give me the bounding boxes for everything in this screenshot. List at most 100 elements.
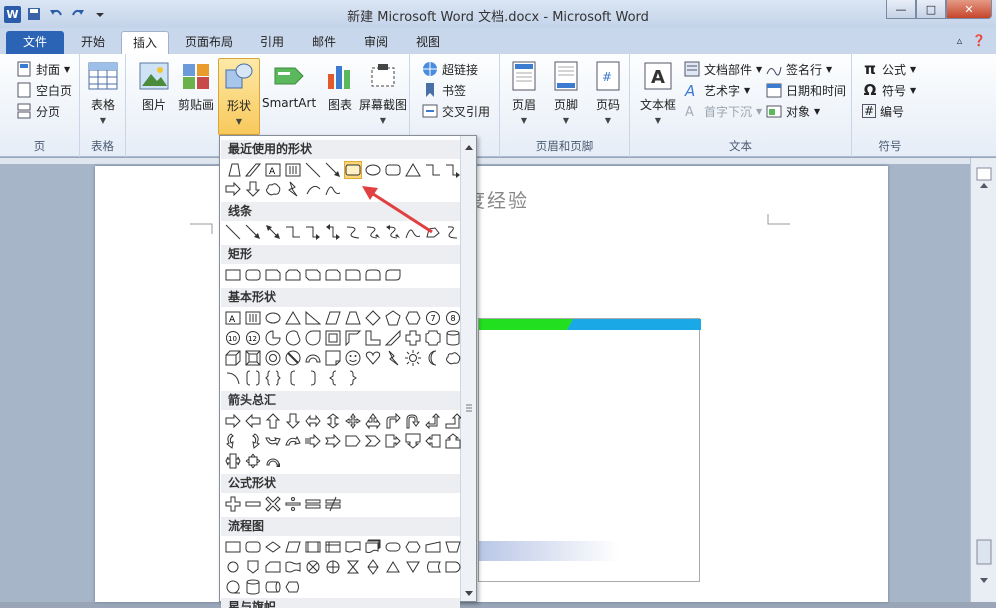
shape-divide[interactable] — [284, 495, 302, 513]
maximize-button[interactable]: □ — [916, 0, 946, 19]
help-icon[interactable]: ❓ — [972, 34, 986, 47]
shape-flow-direct-access[interactable] — [264, 578, 282, 596]
shape-sun[interactable] — [404, 349, 422, 367]
shape-flow-stored-data[interactable] — [424, 558, 442, 576]
shape-right-triangle[interactable] — [304, 309, 322, 327]
shape-l-shape[interactable] — [364, 329, 382, 347]
shape-flow-data[interactable] — [284, 538, 302, 556]
shape-textbox[interactable]: A — [264, 161, 282, 179]
textbox-button[interactable]: A 文本框 ▼ — [636, 58, 680, 125]
tab-page-layout[interactable]: 页面布局 — [176, 31, 242, 54]
shape-elbow-connector[interactable] — [424, 161, 442, 179]
shape-arc[interactable] — [304, 180, 322, 198]
shape-basic-trapezoid[interactable] — [344, 309, 362, 327]
shape-round-one-corner[interactable] — [344, 266, 362, 284]
shape-block-down-arrow[interactable] — [284, 412, 302, 430]
shape-flow-preparation[interactable] — [404, 538, 422, 556]
cross-reference-button[interactable]: 交叉引用 — [422, 101, 490, 121]
shape-smiley-face[interactable] — [344, 349, 362, 367]
shape-bevel[interactable] — [244, 349, 262, 367]
shape-not-equal[interactable] — [324, 495, 342, 513]
shape-octagon[interactable]: 8 — [444, 309, 462, 327]
shape-rounded-rectangle-highlighted[interactable] — [344, 161, 362, 179]
minimize-button[interactable]: — — [886, 0, 916, 19]
shape-left-brace[interactable] — [324, 369, 342, 387]
shape-flow-offpage[interactable] — [244, 558, 262, 576]
shape-basic-textbox[interactable]: A — [224, 309, 242, 327]
shape-flow-magnetic-disk[interactable] — [244, 578, 262, 596]
shape-left-up-arrow[interactable] — [424, 412, 442, 430]
shape-elbow-2[interactable] — [284, 223, 302, 241]
bookmark-button[interactable]: 书签 — [422, 80, 466, 100]
shape-double-bracket[interactable] — [244, 369, 262, 387]
shape-trapezoid[interactable] — [224, 161, 242, 179]
shape-diagonal-stripe[interactable] — [384, 329, 402, 347]
footer-button[interactable]: 页脚 ▼ — [544, 58, 588, 125]
shape-minus[interactable] — [244, 495, 262, 513]
shape-flow-merge[interactable] — [404, 558, 422, 576]
shape-vertical-textbox[interactable] — [284, 161, 302, 179]
smartart-button[interactable]: SmartArt — [262, 58, 316, 110]
shape-left-right-up-arrow[interactable] — [364, 412, 382, 430]
shape-round-diagonal[interactable] — [384, 266, 402, 284]
shape-double-arrow[interactable] — [264, 223, 282, 241]
shape-basic-vtextbox[interactable] — [244, 309, 262, 327]
symbol-button[interactable]: Ω 符号 ▼ — [862, 80, 917, 100]
shape-flow-collate[interactable] — [344, 558, 362, 576]
quick-parts-button[interactable]: 文档部件 ▼ — [684, 59, 762, 79]
tab-file[interactable]: 文件 — [6, 31, 64, 54]
clip-art-button[interactable]: 剪贴画 — [174, 58, 218, 113]
shape-cross[interactable] — [404, 329, 422, 347]
tab-references[interactable]: 引用 — [250, 31, 294, 54]
equation-button[interactable]: π 公式 ▼ — [862, 59, 916, 79]
shape-block-left-arrow[interactable] — [244, 412, 262, 430]
shape-left-bracket[interactable] — [284, 369, 302, 387]
number-button[interactable]: # 编号 — [862, 101, 904, 121]
shape-block-up-arrow[interactable] — [264, 412, 282, 430]
shape-half-frame[interactable] — [344, 329, 362, 347]
date-time-button[interactable]: 日期和时间 — [766, 80, 846, 100]
shape-heart[interactable] — [364, 349, 382, 367]
shape-down-arrow[interactable] — [244, 180, 262, 198]
shape-flow-terminator[interactable] — [384, 538, 402, 556]
shape-quad-arrow-callout[interactable] — [244, 452, 262, 470]
shape-cloud-basic[interactable] — [444, 349, 462, 367]
shape-down-arrow-callout[interactable] — [404, 432, 422, 450]
shape-line[interactable] — [304, 161, 322, 179]
vertical-scrollbar[interactable] — [970, 158, 996, 602]
shape-moon[interactable] — [424, 349, 442, 367]
tab-view[interactable]: 视图 — [406, 31, 450, 54]
shape-cube[interactable] — [224, 349, 242, 367]
shape-flow-display[interactable] — [284, 578, 302, 596]
shape-heptagon[interactable]: 7 — [424, 309, 442, 327]
shape-curved-down-arrow[interactable] — [284, 432, 302, 450]
shape-pentagon-arrow[interactable] — [344, 432, 362, 450]
gallery-scrollbar[interactable] — [460, 136, 476, 601]
shape-curved-right-arrow[interactable] — [224, 432, 242, 450]
cover-page-button[interactable]: 封面 ▼ — [16, 59, 70, 79]
tab-review[interactable]: 审阅 — [354, 31, 398, 54]
shape-no-symbol[interactable] — [284, 349, 302, 367]
table-button[interactable]: 表格 ▼ — [81, 58, 125, 125]
shape-right-arrow-callout[interactable] — [384, 432, 402, 450]
shape-bent-up-arrow[interactable] — [444, 412, 462, 430]
shape-flow-or[interactable] — [324, 558, 342, 576]
shape-flow-sort[interactable] — [364, 558, 382, 576]
screenshot-button[interactable]: 屏幕截图 ▼ — [358, 58, 408, 125]
shape-pie[interactable] — [264, 329, 282, 347]
shape-rounded-rect[interactable] — [384, 161, 402, 179]
shape-elbow-arrow[interactable] — [444, 161, 462, 179]
page-break-button[interactable]: 分页 — [16, 101, 60, 121]
shape-bent-arrow[interactable] — [384, 412, 402, 430]
shape-teardrop[interactable] — [304, 329, 322, 347]
shape-rectangle[interactable] — [224, 266, 242, 284]
chart-button[interactable]: 图表 — [318, 58, 362, 113]
shape-flow-card[interactable] — [264, 558, 282, 576]
shape-up-down-arrow[interactable] — [324, 412, 342, 430]
page-number-button[interactable]: # 页码 ▼ — [586, 58, 630, 125]
shape-basic-parallelogram[interactable] — [324, 309, 342, 327]
shape-notched-right-arrow[interactable] — [324, 432, 342, 450]
shape-lightning-bolt[interactable] — [384, 349, 402, 367]
shape-oval[interactable] — [364, 161, 382, 179]
shape-flow-extract[interactable] — [384, 558, 402, 576]
